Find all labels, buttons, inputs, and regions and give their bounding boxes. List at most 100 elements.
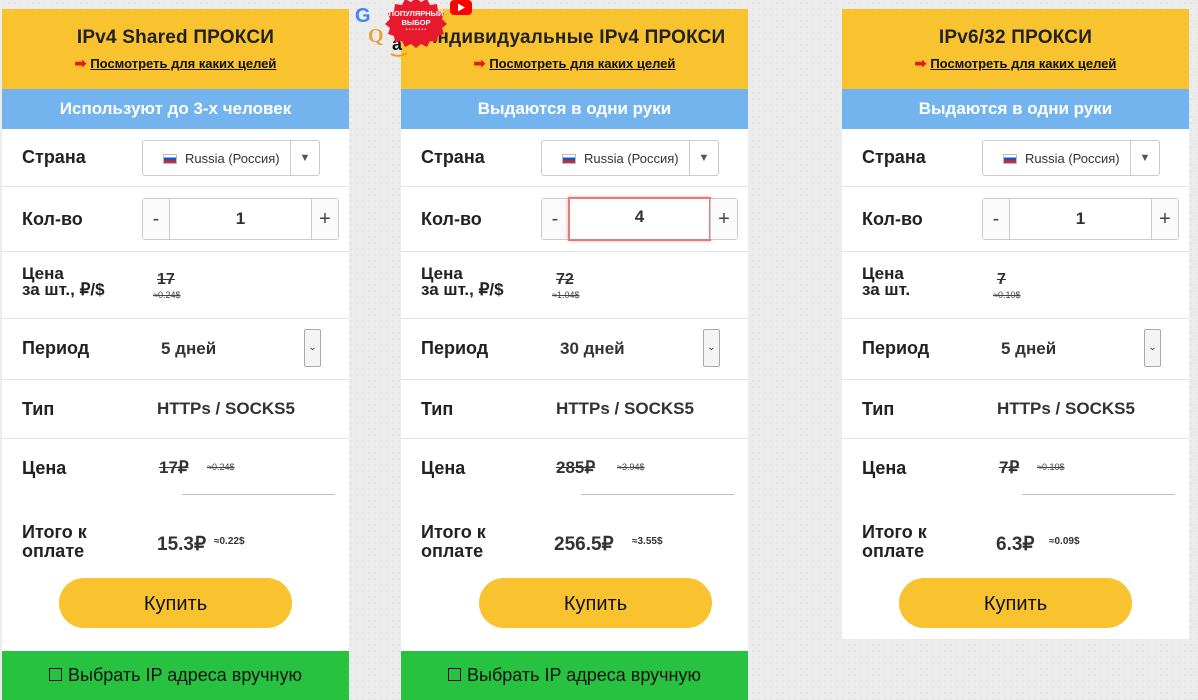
price-usd: ≈0.10$	[1037, 462, 1065, 472]
price-value: 285₽	[556, 458, 596, 477]
russia-flag-icon	[562, 154, 576, 164]
total-value: 6.3₽	[996, 534, 1035, 555]
price-label: Цена	[862, 458, 907, 478]
buy-button[interactable]: Купить	[59, 578, 292, 628]
type-label: Тип	[22, 399, 55, 419]
card-header: IPv4 Shared ПРОКСИ ➡ Посмотреть для каких…	[2, 9, 349, 89]
quantity-label: Кол-во	[22, 209, 83, 229]
divider	[581, 494, 734, 495]
country-value: Russia (Россия)	[584, 151, 679, 166]
divider	[1022, 494, 1175, 495]
price-value: 7₽	[999, 458, 1020, 477]
manual-ip-select-button[interactable]: Выбрать IP адреса вручную	[2, 651, 349, 700]
country-value: Russia (Россия)	[1025, 151, 1120, 166]
price-value: 17₽	[159, 458, 189, 477]
usage-band: Используют до 3-х человек	[2, 89, 349, 129]
chevron-down-icon[interactable]: ⌄	[304, 329, 321, 367]
buy-button[interactable]: Купить	[899, 578, 1132, 628]
increment-button[interactable]: +	[710, 199, 737, 239]
chevron-down-icon[interactable]: ▼	[290, 141, 319, 175]
quantity-input[interactable]: 1	[169, 199, 312, 239]
price-usd: ≈3.94$	[617, 462, 645, 472]
country-select[interactable]: Russia (Россия) ▼	[541, 140, 719, 176]
price-label: Цена	[421, 458, 466, 478]
proxy-card-ipv4-shared: IPv4 Shared ПРОКСИ ➡ Посмотреть для каких…	[2, 9, 349, 700]
checkbox-icon[interactable]	[448, 667, 462, 681]
unit-price-label: Цена за шт., ₽/$	[22, 264, 105, 299]
google-icon: G	[355, 5, 371, 27]
type-value: HTTPs / SOCKS5	[157, 399, 295, 418]
card-title: IPv6/32 ПРОКСИ	[938, 27, 1093, 48]
price-label: Цена	[22, 458, 67, 478]
total-label: Итого к оплате	[421, 522, 486, 561]
usage-band: Выдаются в одни руки	[401, 89, 748, 129]
quantity-stepper: - 4 +	[541, 197, 738, 241]
arrow-right-icon: ➡	[473, 55, 486, 71]
increment-button[interactable]: +	[311, 199, 338, 239]
country-value: Russia (Россия)	[185, 151, 280, 166]
quantity-input[interactable]: 4	[568, 197, 711, 241]
decrement-button[interactable]: -	[542, 199, 569, 239]
country-select[interactable]: Russia (Россия) ▼	[142, 140, 320, 176]
period-select[interactable]: 30 дней	[560, 339, 625, 359]
badge-line-1: ПОПУЛЯРНЫЙ	[389, 9, 444, 18]
type-label: Тип	[421, 399, 454, 419]
manual-ip-select-button[interactable]: Выбрать IP адреса вручную	[401, 651, 748, 700]
total-label: Итого к оплате	[862, 522, 927, 561]
total-value: 256.5₽	[554, 534, 614, 555]
quantity-label: Кол-во	[862, 209, 923, 229]
price-usd: ≈0.24$	[207, 462, 235, 472]
russia-flag-icon	[163, 154, 177, 164]
usage-band: Выдаются в одни руки	[842, 89, 1189, 129]
chevron-down-icon[interactable]: ⌄	[1144, 329, 1161, 367]
type-value: HTTPs / SOCKS5	[556, 399, 694, 418]
decrement-button[interactable]: -	[983, 199, 1010, 239]
type-value: HTTPs / SOCKS5	[997, 399, 1135, 418]
purpose-link[interactable]: Посмотреть для каких целей	[90, 56, 276, 71]
unit-price: 17	[157, 271, 175, 288]
card-header: IPv6/32 ПРОКСИ ➡ Посмотреть для каких цел…	[842, 9, 1189, 89]
country-label: Страна	[862, 147, 926, 167]
badge-line-2: ВЫБОР	[402, 18, 431, 27]
chevron-down-icon[interactable]: ⌄	[703, 329, 720, 367]
quantity-label: Кол-во	[421, 209, 482, 229]
quantity-input[interactable]: 1	[1009, 199, 1152, 239]
country-select[interactable]: Russia (Россия) ▼	[982, 140, 1160, 176]
divider	[182, 494, 335, 495]
quantity-stepper: - 1 +	[142, 198, 339, 240]
country-label: Страна	[421, 147, 485, 167]
purpose-link[interactable]: Посмотреть для каких целей	[489, 56, 675, 71]
proxy-card-ipv6: IPv6/32 ПРОКСИ ➡ Посмотреть для каких цел…	[842, 9, 1189, 639]
svg-text:Q: Q	[368, 25, 384, 47]
total-usd: ≈3.55$	[632, 536, 663, 547]
russia-flag-icon	[1003, 154, 1017, 164]
decrement-button[interactable]: -	[143, 199, 170, 239]
buy-button[interactable]: Купить	[479, 578, 712, 628]
svg-text:• • • • • • •: • • • • • • •	[406, 27, 427, 33]
unit-price-usd: ≈0.24$	[153, 290, 181, 300]
type-label: Тип	[862, 399, 895, 419]
checkbox-icon[interactable]	[49, 667, 63, 681]
chevron-down-icon[interactable]: ▼	[689, 141, 718, 175]
total-label: Итого к оплате	[22, 522, 87, 561]
card-title: IPv4 Shared ПРОКСИ	[76, 27, 275, 48]
purpose-link[interactable]: Посмотреть для каких целей	[930, 56, 1116, 71]
arrow-right-icon: ➡	[74, 55, 87, 71]
unit-price-label: Цена за шт.	[862, 264, 911, 299]
period-label: Период	[862, 338, 930, 358]
unit-price: 72	[556, 271, 574, 288]
period-select[interactable]: 5 дней	[1001, 339, 1056, 359]
increment-button[interactable]: +	[1151, 199, 1178, 239]
arrow-right-icon: ➡	[914, 55, 927, 71]
unit-price-usd: ≈0.10$	[993, 290, 1021, 300]
popular-choice-badge: G Q a ПОПУЛЯРНЫЙ ВЫБОР • • • • • • •	[355, 0, 472, 57]
quantity-stepper: - 1 +	[982, 198, 1179, 240]
chevron-down-icon[interactable]: ▼	[1130, 141, 1159, 175]
period-label: Период	[22, 338, 90, 358]
unit-price-label: Цена за шт., ₽/$	[421, 264, 504, 299]
svg-text:G: G	[355, 5, 371, 27]
total-usd: ≈0.22$	[214, 536, 245, 547]
total-value: 15.3₽	[157, 534, 207, 555]
period-select[interactable]: 5 дней	[161, 339, 216, 359]
unit-price: 7	[997, 271, 1006, 288]
